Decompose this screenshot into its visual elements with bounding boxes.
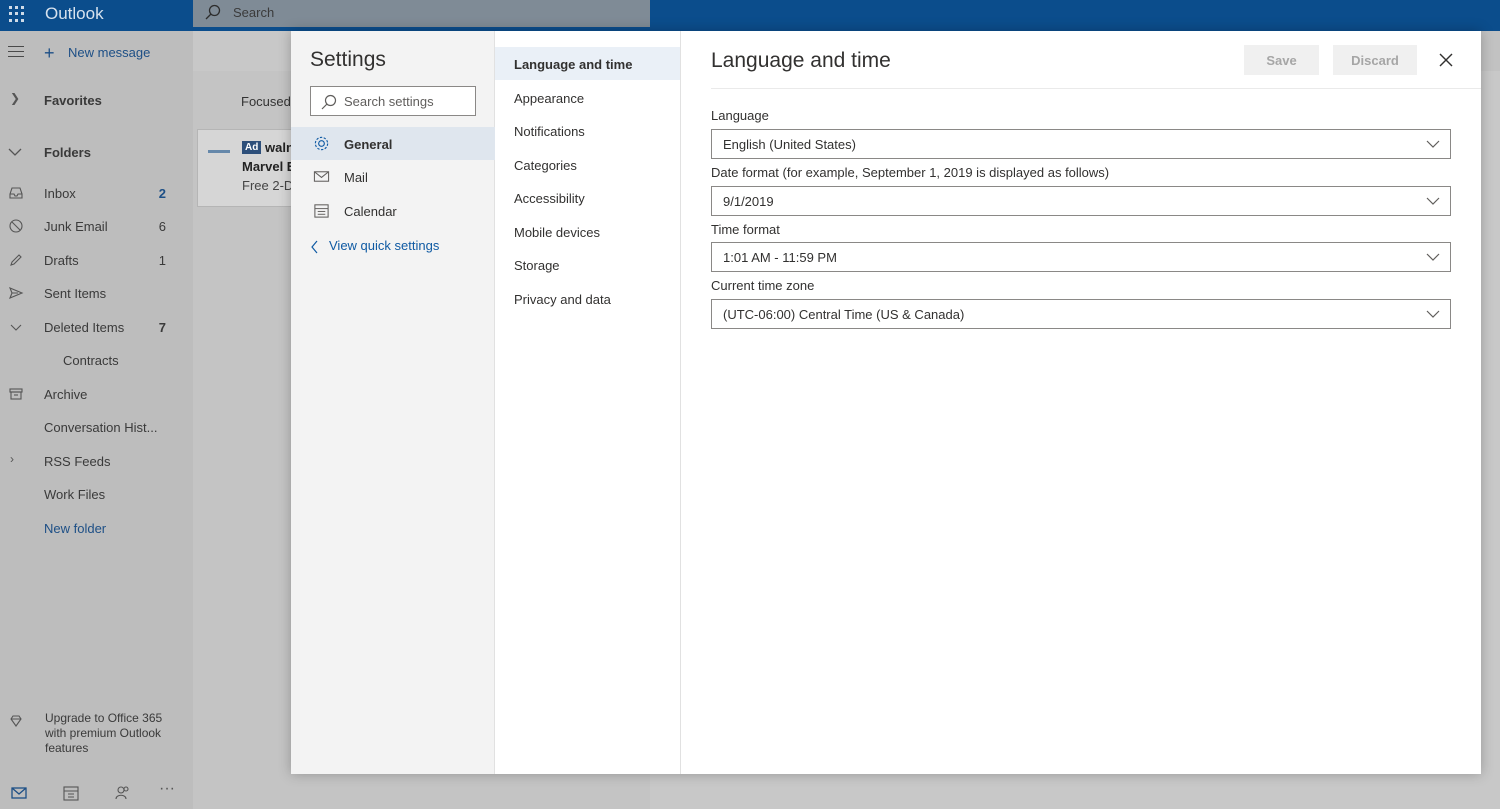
- date-format-dropdown[interactable]: 9/1/2019: [711, 186, 1451, 216]
- settings-dialog: Settings General Mail Calendar View quic…: [291, 31, 1481, 774]
- subcategory-accessibility[interactable]: Accessibility: [495, 181, 680, 214]
- search-box[interactable]: Search: [193, 0, 650, 27]
- favorites-header[interactable]: ❯ Favorites: [0, 89, 193, 113]
- search-placeholder: Search: [233, 5, 275, 20]
- chevron-down-icon: [8, 148, 22, 156]
- diamond-icon: [10, 715, 22, 727]
- gear-icon: [314, 136, 329, 151]
- calendar-icon: [314, 204, 329, 218]
- subcategory-language-and-time[interactable]: Language and time: [495, 47, 680, 80]
- more-icon[interactable]: ···: [159, 780, 177, 798]
- settings-categories: Settings General Mail Calendar View quic…: [291, 31, 495, 774]
- search-icon: [205, 4, 221, 20]
- subcategory-mobile-devices[interactable]: Mobile devices: [495, 215, 680, 248]
- save-button[interactable]: Save: [1244, 45, 1319, 75]
- mail-icon: [313, 171, 330, 182]
- time-zone-dropdown[interactable]: (UTC-06:00) Central Time (US & Canada): [711, 299, 1451, 329]
- folder-work-files[interactable]: Work Files: [0, 483, 193, 507]
- time-zone-label: Current time zone: [711, 278, 815, 293]
- message-subject: Marvel E: [242, 159, 296, 174]
- chevron-right-icon: ❯: [10, 91, 21, 105]
- blocked-icon: [9, 219, 23, 233]
- subcategory-storage[interactable]: Storage: [495, 248, 680, 281]
- date-format-label: Date format (for example, September 1, 2…: [711, 165, 1110, 180]
- item-count: 6: [158, 219, 166, 234]
- search-icon: [321, 94, 337, 110]
- close-icon[interactable]: [1437, 51, 1455, 69]
- folder-pane: + New message ❯ Favorites Folders Inbox …: [0, 31, 193, 809]
- folder-deleted-items[interactable]: Deleted Items 7: [0, 316, 193, 340]
- people-icon[interactable]: [114, 784, 132, 802]
- folders-header[interactable]: Folders: [0, 141, 193, 165]
- upgrade-link[interactable]: Upgrade to Office 365 with premium Outlo…: [45, 711, 165, 756]
- language-dropdown[interactable]: English (United States): [711, 129, 1451, 159]
- folder-conversation-history[interactable]: Conversation Hist...: [0, 416, 193, 440]
- folder-junk-email[interactable]: Junk Email 6: [0, 215, 193, 239]
- panel-heading: Language and time: [711, 49, 891, 72]
- settings-category-calendar[interactable]: Calendar: [291, 194, 495, 227]
- settings-category-general[interactable]: General: [291, 127, 495, 160]
- settings-subcategories: Language and time Appearance Notificatio…: [495, 31, 681, 774]
- chevron-down-icon: [1426, 197, 1440, 205]
- module-switcher: ···: [0, 776, 193, 809]
- subcategory-categories[interactable]: Categories: [495, 148, 680, 181]
- archive-icon: [9, 388, 23, 400]
- folder-sent-items[interactable]: Sent Items: [0, 282, 193, 306]
- app-launcher-icon[interactable]: [8, 5, 26, 23]
- pencil-icon: [10, 254, 22, 266]
- settings-title: Settings: [310, 48, 386, 71]
- top-bar: Outlook Search: [0, 0, 1500, 31]
- chevron-down-icon: [1426, 140, 1440, 148]
- language-label: Language: [711, 108, 769, 123]
- folder-archive[interactable]: Archive: [0, 383, 193, 407]
- settings-search-input[interactable]: [344, 92, 472, 110]
- tab-focused[interactable]: Focused: [241, 94, 291, 109]
- sender-logo: [208, 150, 230, 153]
- settings-search-box[interactable]: [310, 86, 476, 116]
- subcategory-appearance[interactable]: Appearance: [495, 81, 680, 114]
- send-icon: [9, 286, 24, 300]
- divider: [711, 88, 1481, 89]
- folder-rss-feeds[interactable]: › RSS Feeds: [0, 450, 193, 474]
- time-format-dropdown[interactable]: 1:01 AM - 11:59 PM: [711, 242, 1451, 272]
- settings-panel: Language and time Save Discard Language …: [681, 31, 1481, 774]
- chevron-down-icon: [1426, 253, 1440, 261]
- time-format-label: Time format: [711, 222, 780, 237]
- unread-count: 2: [158, 186, 166, 201]
- item-count: 7: [158, 320, 166, 335]
- folder-drafts[interactable]: Drafts 1: [0, 249, 193, 273]
- plus-icon: +: [44, 43, 55, 63]
- subcategory-notifications[interactable]: Notifications: [495, 114, 680, 147]
- calendar-icon[interactable]: [62, 784, 80, 802]
- chevron-down-icon[interactable]: [8, 319, 24, 335]
- subcategory-privacy-and-data[interactable]: Privacy and data: [495, 282, 680, 315]
- app-title[interactable]: Outlook: [45, 4, 104, 24]
- folder-inbox[interactable]: Inbox 2: [0, 182, 193, 206]
- hamburger-icon[interactable]: [8, 46, 24, 61]
- message-preview: Free 2-D: [242, 178, 294, 193]
- discard-button[interactable]: Discard: [1333, 45, 1417, 75]
- message-sender: waln: [265, 140, 294, 155]
- settings-category-mail[interactable]: Mail: [291, 160, 495, 193]
- item-count: 1: [158, 253, 166, 268]
- inbox-icon: [9, 187, 23, 199]
- mail-icon[interactable]: [10, 784, 28, 802]
- folder-contracts[interactable]: Contracts: [0, 349, 193, 373]
- chevron-left-icon: [311, 240, 318, 254]
- ad-badge: Ad: [242, 141, 262, 154]
- chevron-right-icon[interactable]: ›: [10, 452, 14, 466]
- chevron-down-icon: [1426, 310, 1440, 318]
- new-folder-link[interactable]: New folder: [0, 517, 193, 541]
